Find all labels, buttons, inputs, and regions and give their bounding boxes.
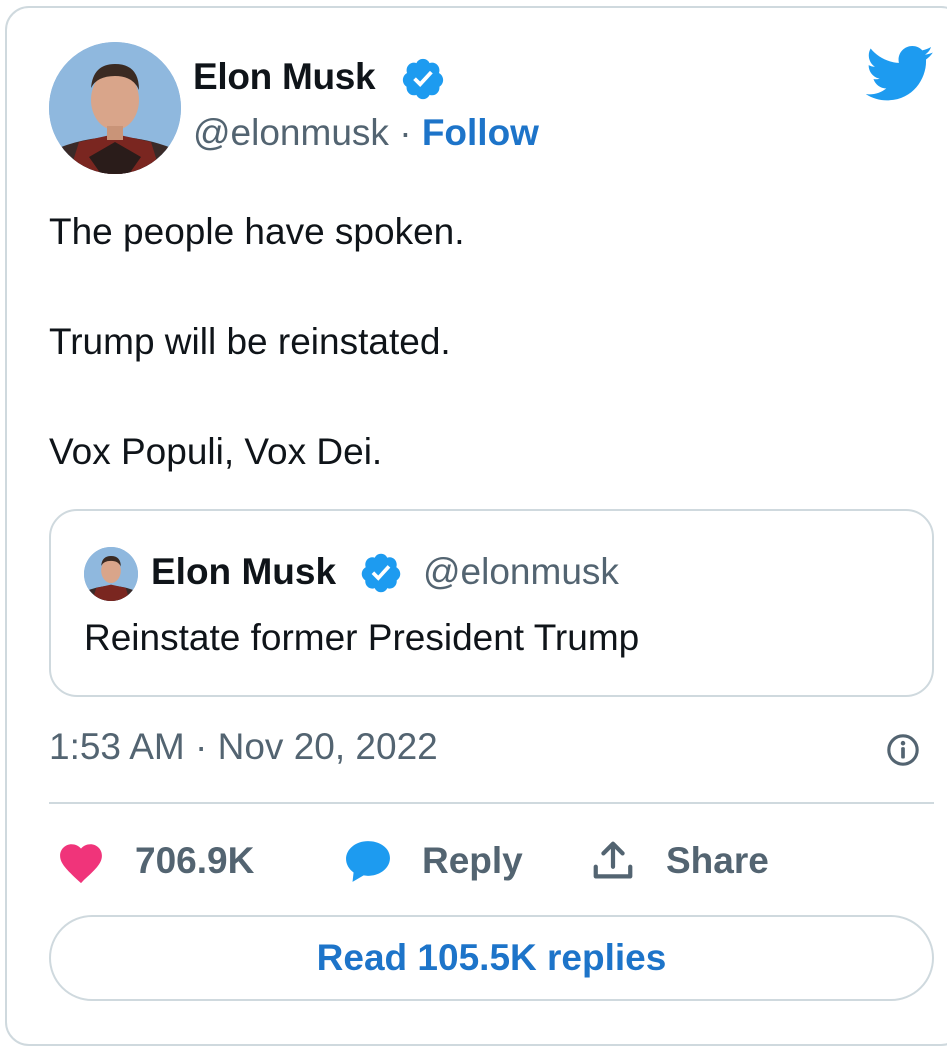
quoted-author-avatar[interactable]: [84, 547, 138, 601]
divider: [49, 802, 934, 804]
verified-badge-icon: [402, 58, 444, 100]
twitter-bird-icon[interactable]: [866, 44, 934, 104]
share-icon: [593, 841, 633, 879]
quoted-author-name: Elon Musk: [151, 551, 337, 592]
handle-separator: ·: [399, 112, 412, 153]
heart-icon: [60, 844, 102, 884]
tweet-text-line: Vox Populi, Vox Dei.: [49, 431, 383, 472]
info-icon[interactable]: [886, 733, 920, 767]
quoted-tweet-text: Reinstate former President Trump: [84, 617, 640, 658]
like-count: 706.9K: [135, 840, 255, 881]
author-name[interactable]: Elon Musk: [193, 56, 376, 98]
share-button[interactable]: Share: [590, 836, 769, 886]
tweet-text-line: Trump will be reinstated.: [49, 321, 451, 362]
author-avatar[interactable]: [49, 42, 181, 174]
quoted-author-handle: @elonmusk: [423, 551, 619, 592]
reply-button[interactable]: Reply: [342, 836, 523, 886]
author-handle[interactable]: @elonmusk: [193, 112, 389, 153]
tweet-timestamp[interactable]: 1:53 AM · Nov 20, 2022: [49, 726, 438, 768]
verified-badge-icon: [361, 553, 401, 593]
read-replies-button[interactable]: Read 105.5K replies: [49, 915, 934, 1001]
like-button[interactable]: 706.9K: [55, 836, 254, 886]
quoted-tweet[interactable]: Elon Musk @elonmusk Reinstate former Pre…: [49, 509, 934, 697]
reply-label: Reply: [422, 840, 523, 881]
reply-bubble-icon: [346, 841, 390, 882]
tweet-text-line: The people have spoken.: [49, 211, 465, 252]
follow-button[interactable]: Follow: [422, 112, 539, 153]
share-label: Share: [666, 840, 769, 881]
author-handle-row: @elonmusk · Follow: [193, 112, 539, 154]
